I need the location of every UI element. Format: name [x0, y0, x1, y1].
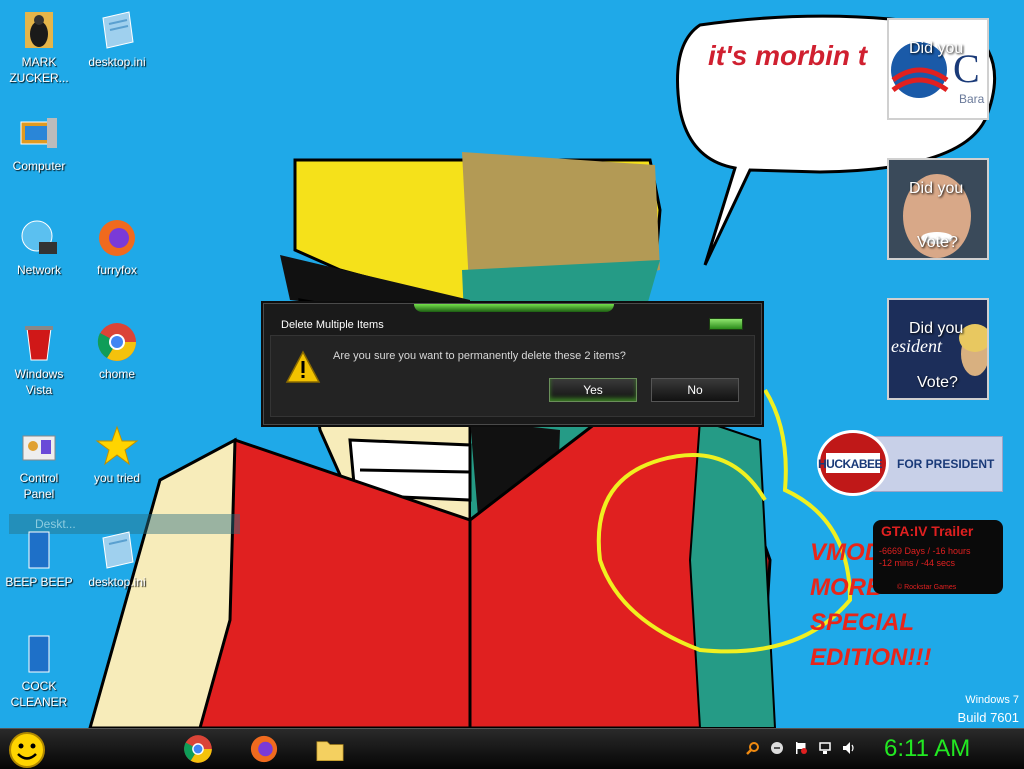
volume-icon[interactable] [842, 741, 856, 755]
ini-file-icon [102, 11, 134, 49]
vote-gadget-line2: Vote? [917, 234, 958, 251]
vmod-line-3: SPECIAL [810, 609, 914, 636]
vote-gadget-fragment: esident [891, 336, 942, 356]
vote-gadget-obama[interactable]: C Did you Bara [887, 18, 989, 120]
desktop-icon-label: Control Panel [19, 471, 59, 501]
vote-gadget-line1: Did you [909, 40, 964, 57]
dialog-glow [414, 304, 614, 312]
blue-box-icon [28, 531, 50, 569]
dialog-body: Are you sure you want to permanently del… [270, 335, 755, 417]
folder-person-icon [25, 12, 53, 48]
flag-icon[interactable] [794, 741, 808, 755]
desktop-icon-label: you tried [93, 471, 141, 485]
desktop-icon-desktop-ini[interactable]: desktop.ini [81, 8, 153, 70]
desktop-icon-label: chome [98, 367, 136, 381]
yes-button[interactable]: Yes [549, 378, 637, 402]
watermark-build: Build 7601 [957, 710, 1019, 725]
network-globe-icon [21, 220, 57, 254]
warning-icon [285, 350, 321, 383]
delete-dialog[interactable]: Delete Multiple Items Are you sure you w… [263, 303, 762, 425]
desktop-icon-label: MARK ZUCKER... [9, 55, 69, 85]
firefox-icon[interactable] [248, 733, 280, 765]
gta-title: GTA:IV Trailer [881, 523, 974, 539]
dialog-title: Delete Multiple Items [281, 319, 384, 331]
computer-icon [20, 118, 57, 148]
huckabee-name: HUCKABEE [818, 457, 883, 471]
desktop-icon-label: furryfox [96, 263, 137, 277]
desktop-icon-label: COCK CLEANER [10, 679, 68, 709]
desktop-icon-label: desktop.ini [88, 55, 146, 69]
desktop-icon-computer[interactable]: Computer [3, 112, 75, 174]
gta-countdown-line1: -6669 Days / -16 hours [879, 546, 971, 556]
control-panel-icon [22, 435, 56, 461]
watermark-os: Windows 7 [965, 694, 1019, 706]
blue-box-icon [28, 635, 50, 673]
taskbar-clock[interactable]: 6:11 AM [884, 735, 970, 763]
desktop-icon-label: Windows Vista [14, 367, 64, 397]
desktop-icon-windows-vista[interactable]: Windows Vista [3, 320, 75, 398]
folder-icon[interactable] [314, 733, 346, 765]
desktop-icon-cock-cleaner[interactable]: COCK CLEANER [3, 632, 75, 710]
speech-bubble-text: it's morbin t [708, 40, 869, 71]
vote-gadget-fragment: Bara [959, 92, 985, 106]
desktop-icon-chome[interactable]: chome [81, 320, 153, 382]
windows-watermark: Windows 7 Build 7601 [958, 692, 1019, 726]
desktop-icon-you-tried[interactable]: you tried [81, 424, 153, 486]
desktop-icon-label: Computer [12, 159, 66, 173]
desktop-icon-control-panel[interactable]: Control Panel [3, 424, 75, 502]
close-button[interactable] [709, 318, 743, 330]
network-icon[interactable] [818, 741, 832, 755]
taskbar: 6:11 AM [0, 728, 1024, 769]
dialog-message: Are you sure you want to permanently del… [333, 350, 626, 362]
no-button[interactable]: No [651, 378, 739, 402]
star-icon [95, 425, 139, 466]
desktop-icon-furryfox[interactable]: furryfox [81, 216, 153, 278]
desktop-icon-label: Network [16, 263, 61, 277]
vote-gadget-line1: Did you [909, 180, 964, 197]
desktop-icon-beep-beep[interactable]: BEEP BEEP [3, 528, 75, 590]
search-icon[interactable] [746, 741, 760, 755]
vote-gadget-clinton[interactable]: Did you esident Vote? [887, 298, 989, 400]
gta-trailer-gadget[interactable]: GTA:IV Trailer -6669 Days / -16 hours -1… [873, 520, 1003, 594]
desktop-icon-network[interactable]: Network [3, 216, 75, 278]
smiley-icon[interactable] [770, 741, 784, 755]
desktop-icon-label: BEEP BEEP [5, 575, 73, 589]
desktop-icon-desktop-ini-2[interactable]: desktop.ini [81, 528, 153, 590]
desktop-icon-label: desktop.ini [88, 575, 146, 589]
gta-footer: © Rockstar Games [897, 584, 957, 591]
vmod-line-1: VMOD [810, 539, 882, 566]
huckabee-tag: FOR PRESIDENT [897, 457, 995, 471]
vote-gadget-line2: Vote? [917, 374, 958, 391]
chrome-icon[interactable] [182, 733, 214, 765]
recycle-bin-icon [25, 326, 53, 361]
desktop-icon-mark-zuckerberg[interactable]: MARK ZUCKER... [3, 8, 75, 86]
vmod-line-4: EDITION!!! [810, 644, 931, 671]
smiley-start-icon[interactable] [8, 731, 46, 769]
vote-gadget-mccain[interactable]: Did you Vote? [887, 158, 989, 260]
firefox-icon [99, 220, 135, 256]
chrome-icon [97, 323, 136, 361]
huckabee-gadget[interactable]: HUCKABEE FOR PRESIDENT [817, 430, 1003, 496]
gta-countdown-line2: -12 mins / -44 secs [879, 558, 956, 568]
ini-file-icon [102, 531, 134, 569]
